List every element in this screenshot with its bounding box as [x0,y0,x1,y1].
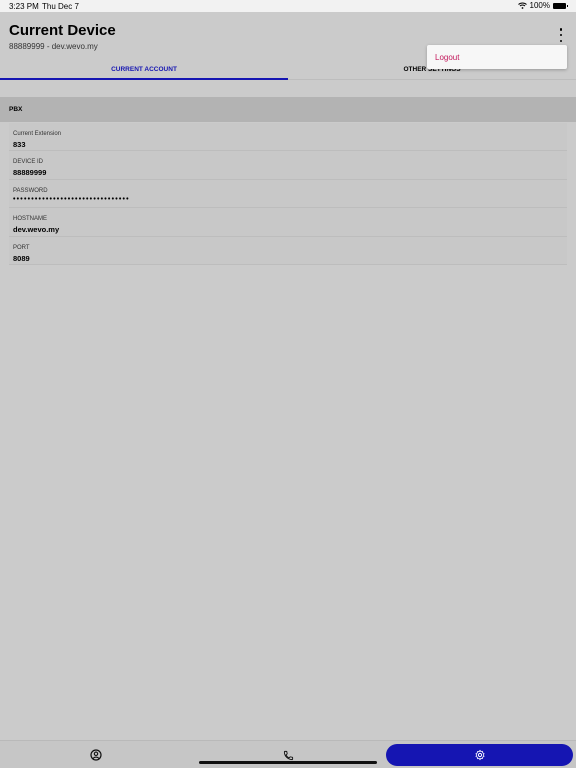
section-header-pbx: PBX [0,97,576,122]
field-device-id[interactable]: DEVICE ID 88889999 [9,151,567,180]
section-title: PBX [9,106,23,113]
status-bar: 3:23 PM Thu Dec 7 100% [0,0,576,12]
account-circle-icon [90,749,102,761]
nav-settings-button[interactable] [386,744,573,766]
status-time: 3:23 PM [9,2,39,11]
field-value: •••••••••••••••••••••••••••••••• [13,195,130,203]
page-title: Current Device [9,22,116,39]
page-subtitle: 88889999 - dev.wevo.my [9,42,98,51]
status-date: Thu Dec 7 [42,2,79,11]
field-hostname[interactable]: HOSTNAME dev.wevo.my [9,208,567,237]
more-vertical-icon[interactable] [556,28,566,42]
wifi-icon [517,2,527,9]
overflow-menu: Logout [427,45,567,69]
field-label: DEVICE ID [13,159,44,166]
nav-account-button[interactable] [84,744,108,766]
field-label: PORT [13,244,30,251]
battery-percent: 100% [529,1,550,10]
home-indicator [199,761,377,764]
status-right: 100% [517,1,568,10]
field-value: 8089 [13,253,30,263]
field-value: dev.wevo.my [13,225,60,235]
settings-gear-icon [475,749,484,761]
battery-level [554,3,565,8]
pbx-fields: Current Extension 833 DEVICE ID 88889999… [9,123,567,265]
field-current-extension[interactable]: Current Extension 833 [9,123,567,152]
field-value: 88889999 [13,168,47,178]
field-password[interactable]: PASSWORD •••••••••••••••••••••••••••••••… [9,179,567,209]
field-label: PASSWORD [13,187,48,194]
field-port[interactable]: PORT 8089 [9,236,567,265]
battery-icon [553,2,568,9]
field-label: Current Extension [13,131,62,137]
logout-menu-item[interactable]: Logout [435,53,459,62]
tab-current-account[interactable]: CURRENT ACCOUNT [0,60,288,80]
field-label: HOSTNAME [13,216,48,223]
phone-icon [283,750,293,760]
field-value: 833 [13,140,26,149]
